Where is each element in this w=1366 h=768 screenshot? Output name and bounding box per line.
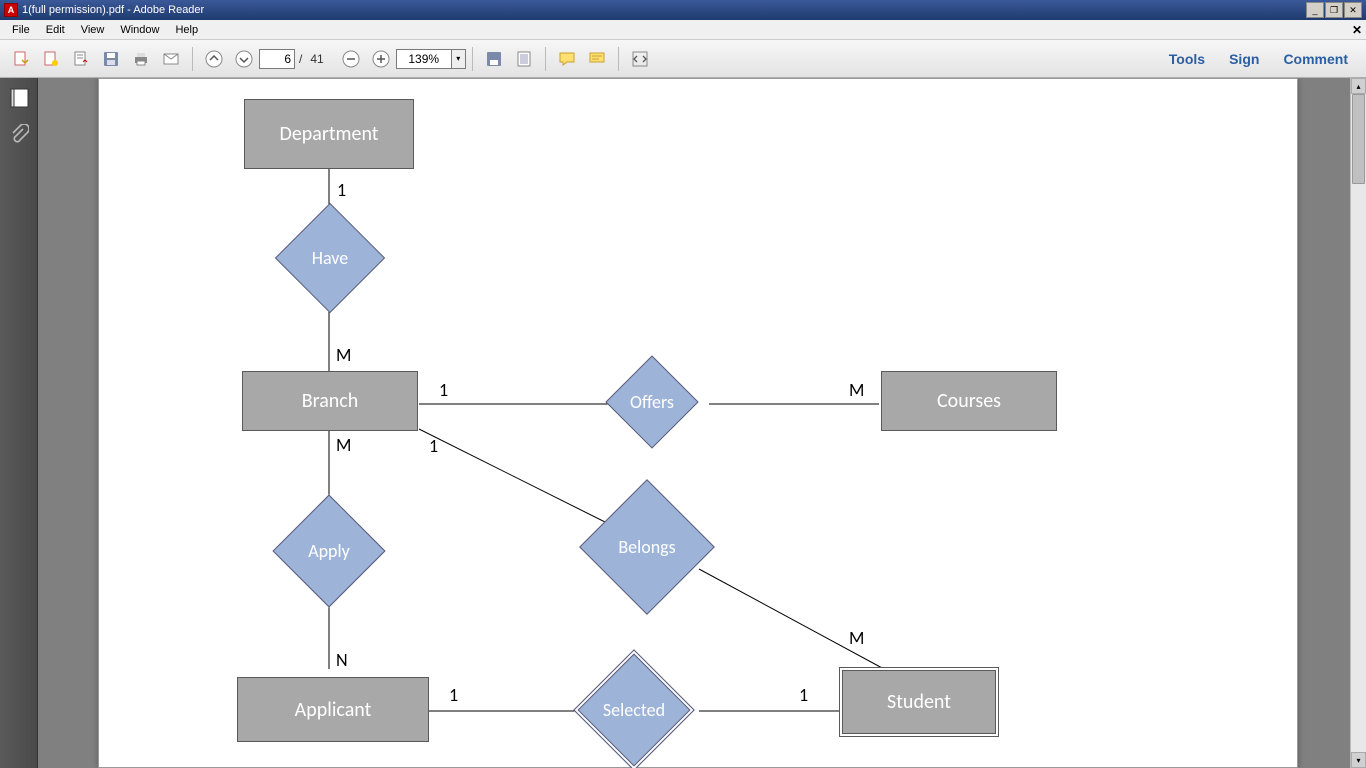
sign-link[interactable]: Sign [1217,51,1271,67]
page-separator: / [299,52,302,66]
page-up-icon[interactable] [201,46,227,72]
menu-help[interactable]: Help [167,22,206,38]
email-icon[interactable] [158,46,184,72]
toolbar-separator [192,47,193,71]
menu-window[interactable]: Window [112,22,167,38]
card-branch-apply: M [336,434,351,456]
entity-student: Student [839,667,999,737]
card-offers-courses: M [849,379,864,401]
card-selected-student: 1 [799,684,808,706]
zoom-dropdown[interactable]: ▾ [452,49,466,69]
zoom-out-icon[interactable] [338,46,364,72]
save-copy-icon[interactable] [481,46,507,72]
open-icon[interactable] [68,46,94,72]
comment-link[interactable]: Comment [1271,51,1360,67]
entity-applicant: Applicant [237,677,429,742]
titlebar: A 1(full permission).pdf - Adobe Reader … [0,0,1366,20]
read-mode-icon[interactable] [627,46,653,72]
attachments-icon[interactable] [4,120,34,150]
menu-edit[interactable]: Edit [38,22,73,38]
fit-page-icon[interactable] [511,46,537,72]
vertical-scrollbar[interactable]: ▴ ▾ [1350,78,1366,768]
doc-close-button[interactable]: ✕ [1352,23,1362,37]
page-total: 41 [310,52,323,66]
toolbar-separator [618,47,619,71]
card-branch-belongs: 1 [429,435,438,457]
toolbar-separator [545,47,546,71]
page-number-input[interactable] [259,49,295,69]
minimize-button[interactable]: _ [1306,2,1324,18]
relationship-have: Have [291,219,369,297]
entity-department: Department [244,99,414,169]
card-apply-applicant: N [336,649,348,671]
relationship-offers: Offers [619,369,685,435]
menu-file[interactable]: File [4,22,38,38]
thumbnails-icon[interactable] [4,84,34,114]
window-title: 1(full permission).pdf - Adobe Reader [22,4,204,16]
close-button[interactable]: ✕ [1344,2,1362,18]
menubar: File Edit View Window Help ✕ [0,20,1366,40]
document-viewport[interactable]: Department Branch Courses Applicant Stud… [38,78,1350,768]
zoom-input[interactable] [396,49,452,69]
card-dep-have: 1 [337,179,346,201]
card-branch-offers: 1 [439,379,448,401]
print-icon[interactable] [128,46,154,72]
zoom-in-icon[interactable] [368,46,394,72]
toolbar: / 41 ▾ Tools Sign Comment [0,40,1366,78]
card-belongs-student: M [849,627,864,649]
scroll-down-icon[interactable]: ▾ [1351,752,1366,768]
export-pdf-icon[interactable] [8,46,34,72]
page-down-icon[interactable] [231,46,257,72]
save-icon[interactable] [98,46,124,72]
card-applicant-selected: 1 [449,684,458,706]
relationship-selected: Selected [591,667,677,753]
highlight-icon[interactable] [584,46,610,72]
relationship-belongs: Belongs [599,499,695,595]
toolbar-separator [472,47,473,71]
entity-branch: Branch [242,371,418,431]
restore-button[interactable]: ❐ [1325,2,1343,18]
relationship-apply: Apply [289,511,369,591]
navigation-panel [0,78,38,768]
card-have-branch: M [336,344,351,366]
app-icon: A [4,3,18,17]
tools-link[interactable]: Tools [1157,51,1217,67]
scroll-thumb[interactable] [1352,94,1365,184]
entity-courses: Courses [881,371,1057,431]
comment-bubble-icon[interactable] [554,46,580,72]
scroll-up-icon[interactable]: ▴ [1351,78,1366,94]
menu-view[interactable]: View [73,22,113,38]
pdf-page: Department Branch Courses Applicant Stud… [98,78,1298,768]
create-pdf-icon[interactable] [38,46,64,72]
